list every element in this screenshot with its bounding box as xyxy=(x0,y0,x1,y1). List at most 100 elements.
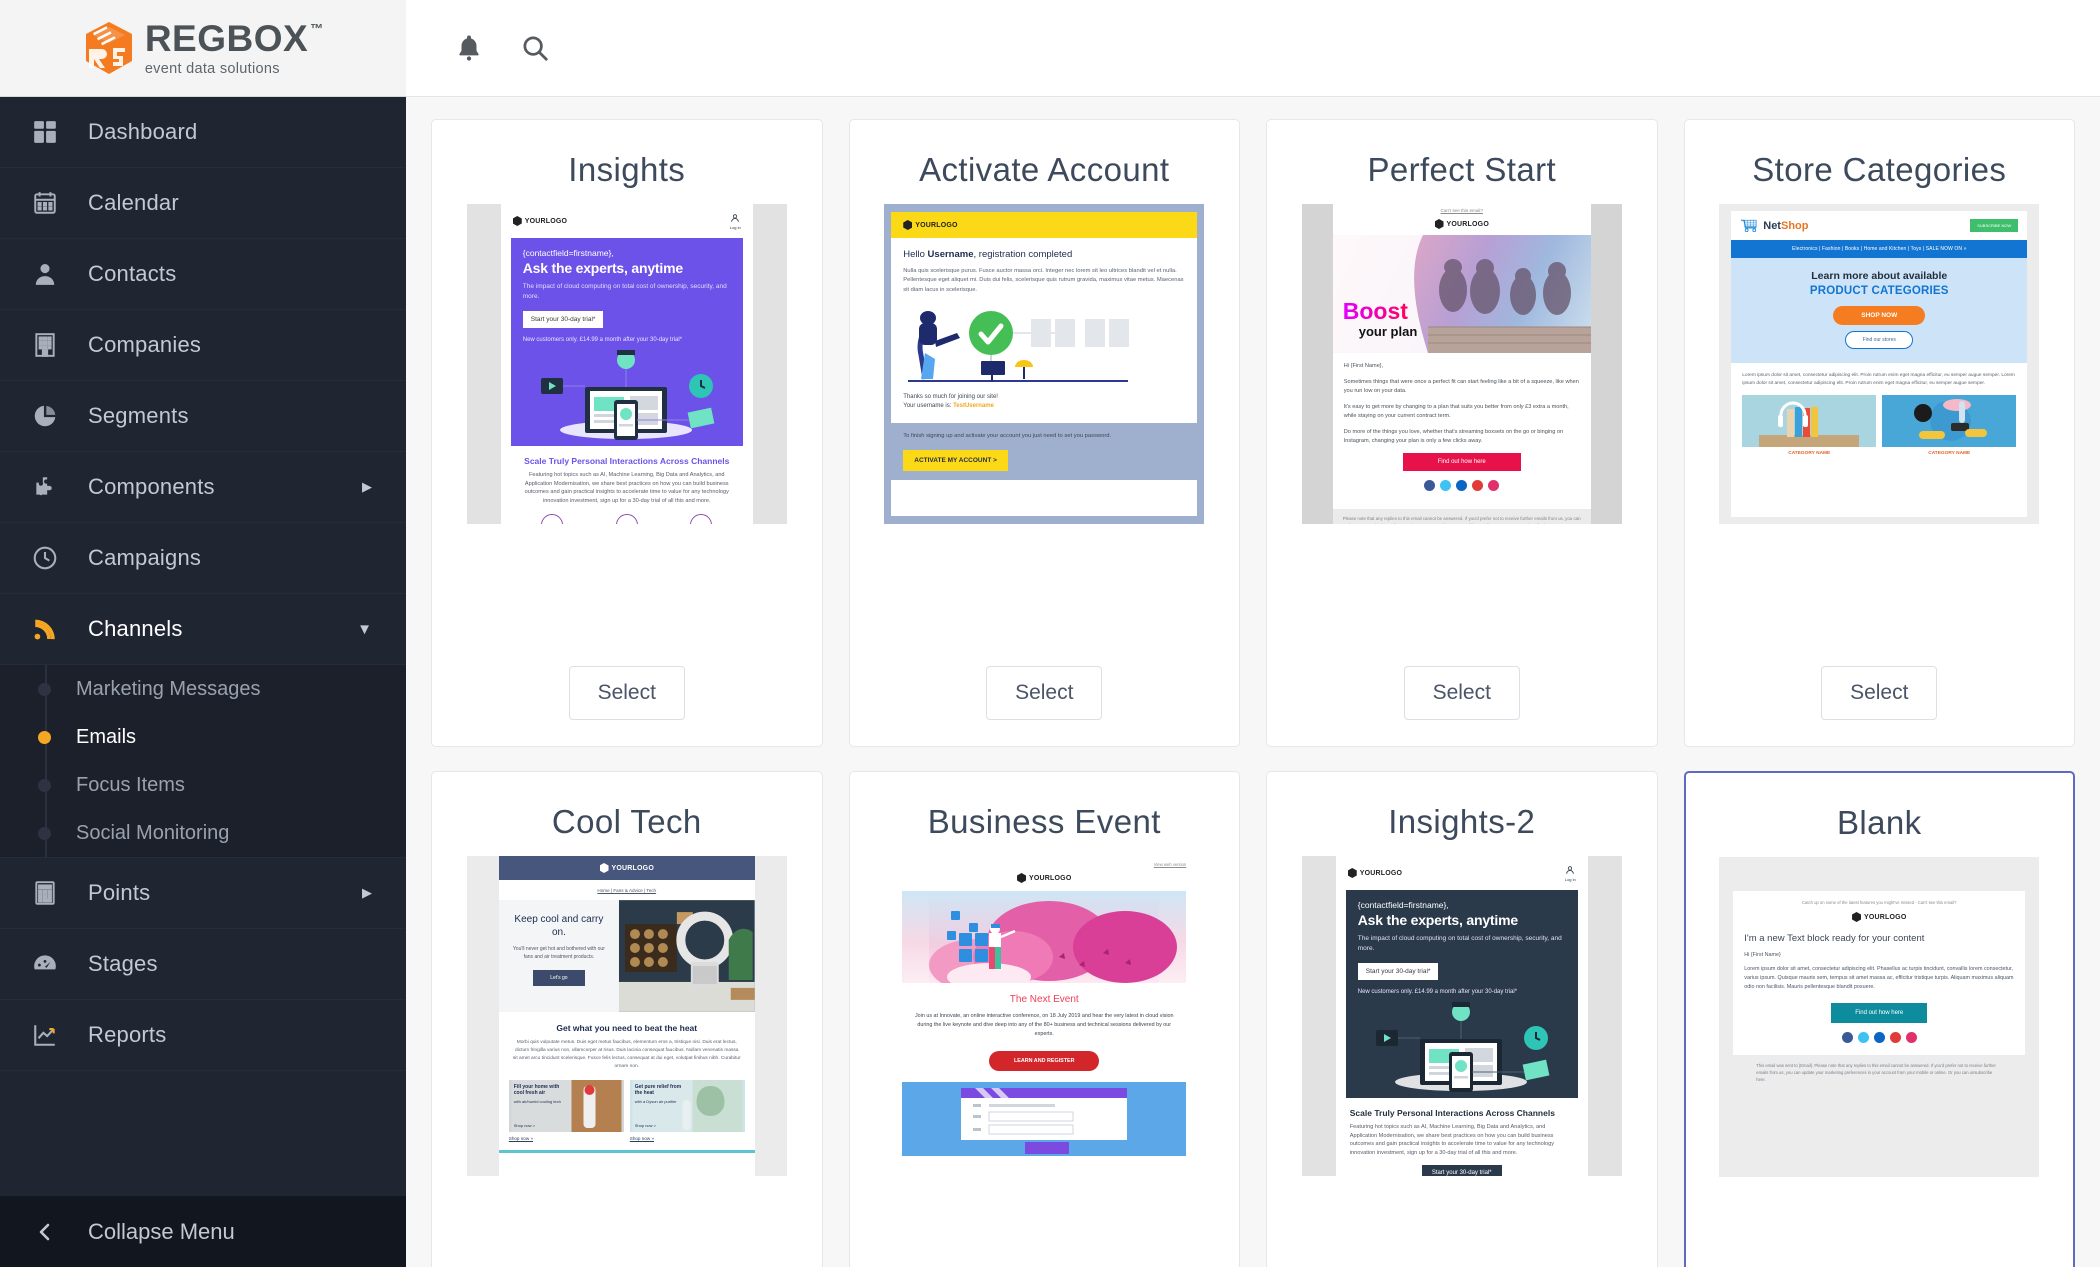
preview-hero-image xyxy=(902,891,1187,983)
linkedin-icon xyxy=(1456,479,1468,491)
template-thumbnail: NetShop SUBSCRIBE NOW Electronics | Fash… xyxy=(1685,204,2075,524)
sidebar-item-segments[interactable]: Segments xyxy=(0,381,406,452)
sidebar-item-stages[interactable]: Stages xyxy=(0,929,406,1000)
preview-hero-line2: your plan xyxy=(1358,324,1418,339)
template-card-store-categories[interactable]: Store Categories NetShop SUBSCRIBE NOW E… xyxy=(1683,119,2075,747)
promo-sub: with a Dyson air purifier xyxy=(634,1099,677,1105)
preview-illustration-icon xyxy=(1375,1002,1550,1092)
template-card-insights[interactable]: Insights YOURLOGO Log in {contactfield=f… xyxy=(431,119,823,747)
sidebar-item-reports[interactable]: Reports xyxy=(0,1000,406,1071)
linkedin-icon xyxy=(1873,1031,1885,1043)
template-card-cool-tech[interactable]: Cool Tech YOURLOGO Home | Fans & Advice … xyxy=(431,771,823,1267)
preview-greeting: Hi {First Name}, xyxy=(1343,363,1384,369)
select-button[interactable]: Select xyxy=(568,666,685,720)
preview-body: Lorem ipsum dolor sit amet, consectetur … xyxy=(1742,373,2015,386)
template-title: Insights-2 xyxy=(1388,803,1536,840)
promo-link: Shop now > xyxy=(634,1122,656,1128)
sidebar-item-label: Segments xyxy=(88,403,189,428)
preview-form-image xyxy=(902,1081,1187,1156)
sidebar-item-contacts[interactable]: Contacts xyxy=(0,239,406,310)
select-button[interactable]: Select xyxy=(1821,666,1938,720)
sidebar-subitem-emails[interactable]: Emails xyxy=(0,713,406,761)
activate-account-preview: YOURLOGO Hello Username, registration co… xyxy=(884,204,1205,524)
sidebar-item-points[interactable]: Points ▶ xyxy=(0,858,406,929)
sidebar-item-label: Dashboard xyxy=(88,119,198,144)
sidebar-item-components[interactable]: Components ▶ xyxy=(0,452,406,523)
clock-icon xyxy=(28,545,62,571)
sidebar-item-companies[interactable]: Companies xyxy=(0,310,406,381)
preview-section-title: Scale Truly Personal Interactions Across… xyxy=(1349,1108,1555,1118)
sidebar-item-label: Contacts xyxy=(88,261,177,286)
collapse-menu-button[interactable]: Collapse Menu xyxy=(0,1196,406,1267)
preview-cta: Find out how here xyxy=(1831,1002,1928,1023)
shopping-cart-icon xyxy=(1741,219,1757,233)
main-area: Insights YOURLOGO Log in {contactfield=f… xyxy=(406,0,2100,1267)
preview-headline: Ask the experts, anytime xyxy=(1357,912,1518,928)
preview-merge-tag: {contactfield=firstname}, xyxy=(1357,900,1449,910)
promo-link: Shop now > xyxy=(513,1122,535,1128)
preview-greeting: Hi {First Name} xyxy=(1744,952,1781,958)
sidebar-item-campaigns[interactable]: Campaigns xyxy=(0,523,406,594)
template-card-insights-2[interactable]: Insights-2 YOURLOGO Log in {contactfield… xyxy=(1266,771,1658,1267)
store-categories-preview: NetShop SUBSCRIBE NOW Electronics | Fash… xyxy=(1719,204,2040,524)
preview-headline-1: Learn more about available xyxy=(1811,270,1948,282)
twitter-icon xyxy=(1440,479,1452,491)
sidebar-item-label: Calendar xyxy=(88,190,179,215)
template-card-business-event[interactable]: Business Event View web version YOURLOGO xyxy=(848,771,1240,1267)
app-logo[interactable]: REGBOX ™ event data solutions xyxy=(0,0,406,97)
preview-headline: Keep cool and carry on. xyxy=(514,914,604,938)
sidebar-item-calendar[interactable]: Calendar xyxy=(0,168,406,239)
sidebar-item-channels[interactable]: Channels ▼ xyxy=(0,594,406,665)
calendar-icon xyxy=(28,190,62,216)
preview-paragraph-1: Sometimes things that were once a perfec… xyxy=(1343,378,1579,394)
sidebar-item-dashboard[interactable]: Dashboard xyxy=(0,97,406,168)
calculator-icon xyxy=(28,880,62,906)
preview-view-link: Catch up on some of the latest features … xyxy=(1801,900,1957,905)
sidebar-subitem-social-monitoring[interactable]: Social Monitoring xyxy=(0,809,406,857)
promo-sub: with air/humid cooling tech xyxy=(513,1099,561,1105)
preview-body: You'll never get hot and bothered with o… xyxy=(512,946,605,960)
perfect-start-preview: Can't see this email? YOURLOGO Boost you… xyxy=(1301,204,1622,524)
template-card-perfect-start[interactable]: Perfect Start Can't see this email? YOUR… xyxy=(1266,119,1658,747)
preview-body: Featuring hot topics such as AI, Machine… xyxy=(1349,1124,1555,1156)
preview-bottom-cta: Start your 30-day trial* xyxy=(1421,1164,1502,1176)
sidebar-subitem-label: Marketing Messages xyxy=(76,677,261,700)
preview-cta: ACTIVATE MY ACCOUNT > xyxy=(903,450,1008,472)
template-title: Cool Tech xyxy=(551,803,702,840)
sidebar-subitem-focus-items[interactable]: Focus Items xyxy=(0,761,406,809)
preview-disclaimer: This email was sent to {Email}. Please n… xyxy=(1747,1054,2012,1090)
rss-icon xyxy=(28,616,62,642)
preview-thanks: Thanks so much for joining our site! You… xyxy=(903,393,998,410)
search-icon[interactable] xyxy=(502,15,568,81)
preview-logo: YOURLOGO xyxy=(1029,874,1072,882)
instagram-icon xyxy=(1905,1031,1917,1043)
sidebar-subitem-marketing-messages[interactable]: Marketing Messages xyxy=(0,665,406,713)
template-thumbnail: YOURLOGO Log in {contactfield=firstname}… xyxy=(1267,856,1657,1176)
template-card-blank[interactable]: Blank Catch up on some of the latest fea… xyxy=(1683,771,2075,1267)
preview-logo: YOURLOGO xyxy=(1446,220,1489,228)
preview-headline-2: PRODUCT CATEGORIES xyxy=(1809,285,1949,297)
preview-nav: Electronics | Fashion | Books | Home and… xyxy=(1731,240,2028,258)
template-title: Store Categories xyxy=(1752,151,2007,188)
sidebar-item-label: Channels xyxy=(88,616,183,641)
insights-preview: YOURLOGO Log in {contactfield=firstname}… xyxy=(466,204,787,524)
select-button[interactable]: Select xyxy=(1403,666,1520,720)
bell-icon[interactable] xyxy=(436,15,502,81)
preview-paragraph-2: It's easy to get more by changing to a p… xyxy=(1343,403,1569,419)
brand-name: REGBOX xyxy=(144,17,309,59)
trademark-symbol: ™ xyxy=(310,20,324,36)
chevron-right-icon: ▶ xyxy=(362,885,372,900)
select-button[interactable]: Select xyxy=(986,666,1103,720)
regbox-logo-icon xyxy=(85,22,132,74)
instagram-icon xyxy=(1488,479,1500,491)
promo-title: Get pure relief from the heat xyxy=(634,1083,682,1096)
template-card-activate-account[interactable]: Activate Account YOURLOGO Hello Username… xyxy=(848,119,1240,747)
preview-footer: To finish signing up and activate your a… xyxy=(903,432,1112,439)
preview-nav: Home | Fans & Advice | Tech xyxy=(597,888,657,893)
template-thumbnail: YOURLOGO Hello Username, registration co… xyxy=(850,204,1240,524)
preview-section-body: Morbi quis vulputate metus. Duis eget me… xyxy=(512,1040,741,1069)
promo-title: Fill your home with cool fresh air xyxy=(513,1083,560,1096)
preview-headline: Hello Username, registration completed xyxy=(903,249,1073,260)
preview-cta: SHOP NOW xyxy=(1833,306,1926,325)
sidebar-nav: Dashboard Calendar Contacts Companies Se xyxy=(0,97,406,1196)
